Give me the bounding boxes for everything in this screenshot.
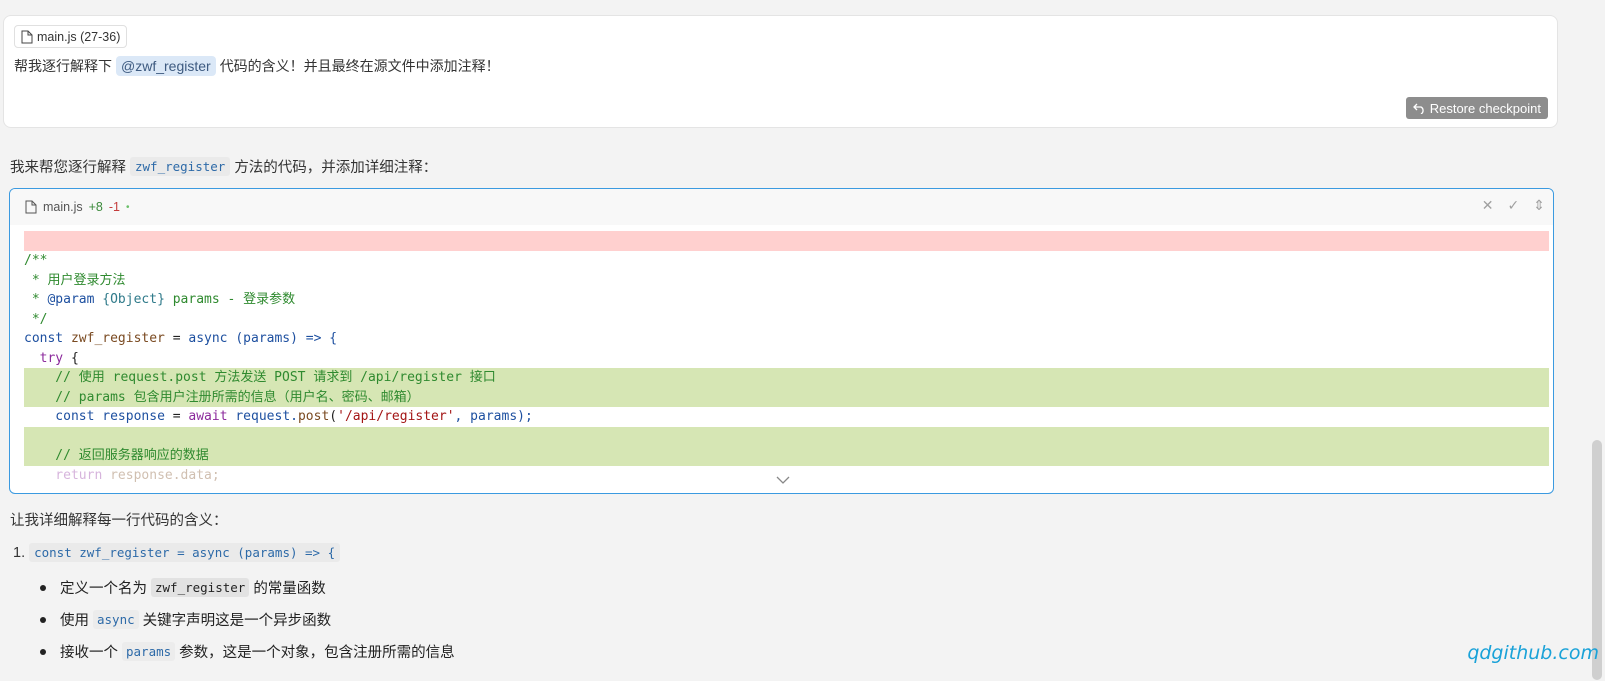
file-icon [25, 200, 37, 214]
added-code-line: // 返回服务器响应的数据 [24, 446, 1549, 466]
item-code: const zwf_register = async (params) => { [29, 543, 341, 562]
code-block-actions: ✕ ✓ ⇕ [1482, 197, 1545, 214]
user-message-prefix: 帮我逐行解释下 [14, 58, 112, 74]
bullet-text: 定义一个名为 [60, 581, 147, 597]
user-message-suffix: 代码的含义！并且最终在源文件中添加注释！ [219, 58, 500, 74]
undo-icon [1412, 103, 1424, 114]
code-line: */ [24, 311, 48, 327]
status-dot: • [125, 201, 130, 213]
watermark: qdgithub.com [1467, 642, 1599, 664]
bullet-text: 关键字声明这是一个异步函数 [142, 613, 332, 629]
code-line: const zwf_register = async (params) => { [24, 331, 338, 346]
code-area: /** * 用户登录方法 * @param {Object} params - … [24, 231, 1549, 493]
intro-inline-code: zwf_register [130, 157, 231, 176]
added-blank-line [24, 426, 1549, 446]
bullet-code: zwf_register [151, 578, 250, 597]
bullet-text: 使用 [60, 613, 89, 629]
chevron-down-icon[interactable] [776, 475, 790, 485]
assistant-intro: 我来帮您逐行解释 zwf_register 方法的代码，并添加详细注释： [10, 156, 437, 177]
restore-checkpoint-label: Restore checkpoint [1429, 100, 1541, 116]
code-line: * 用户登录方法 [24, 272, 126, 288]
deleted-line [24, 231, 1549, 251]
bullet-text: 的常量函数 [253, 581, 326, 597]
list-item: 使用 async 关键字声明这是一个异步函数 [40, 609, 331, 630]
expand-collapse-icon[interactable]: ⇕ [1533, 197, 1545, 214]
list-item: 定义一个名为 zwf_register 的常量函数 [40, 577, 326, 598]
added-code-line: // params 包含用户注册所需的信息（用户名、密码、邮箱） [24, 387, 1549, 407]
symbol-mention[interactable]: @zwf_register [116, 56, 216, 76]
removed-lines-count: -1 [108, 200, 120, 214]
code-line: /** [24, 253, 48, 268]
bullet-code: async [93, 610, 139, 629]
code-line: const response = await request.post('/ap… [24, 409, 533, 424]
bullet-text: 参数，这是一个对象，包含注册所需的信息 [179, 645, 455, 661]
explanation-title: 让我详细解释每一行代码的含义： [10, 513, 228, 529]
added-lines-count: +8 [88, 200, 103, 214]
added-code-line: // 使用 request.post 方法发送 POST 请求到 /api/re… [24, 368, 1549, 388]
file-reference-chip[interactable]: main.js (27-36) [14, 25, 128, 48]
restore-checkpoint-button[interactable]: Restore checkpoint [1405, 97, 1548, 119]
reject-icon[interactable]: ✕ [1482, 197, 1494, 214]
numbered-item: 1. const zwf_register = async (params) =… [13, 543, 341, 562]
code-line: try { [24, 350, 79, 366]
code-diff-block: main.js +8 -1 • ✕ ✓ ⇕ /** * 用户登录方法 * @pa… [9, 188, 1554, 494]
bullet-text: 接收一个 [60, 645, 118, 661]
file-chip-label: main.js (27-36) [37, 29, 121, 44]
code-line: * @param {Object} params - 登录参数 [24, 292, 296, 307]
code-block-header: main.js +8 -1 • [10, 189, 1553, 225]
file-icon [21, 30, 33, 43]
code-filename[interactable]: main.js [43, 200, 83, 214]
accept-icon[interactable]: ✓ [1508, 197, 1520, 214]
bullet-code: params [122, 642, 176, 661]
list-item: 接收一个 params 参数，这是一个对象，包含注册所需的信息 [40, 641, 455, 662]
item-number: 1. [13, 544, 26, 561]
user-message-text: 帮我逐行解释下 @zwf_register 代码的含义！并且最终在源文件中添加注… [14, 56, 500, 76]
user-message-card: main.js (27-36) 帮我逐行解释下 @zwf_register 代码… [3, 15, 1558, 128]
intro-prefix: 我来帮您逐行解释 [10, 160, 126, 176]
intro-suffix: 方法的代码，并添加详细注释： [234, 160, 438, 176]
